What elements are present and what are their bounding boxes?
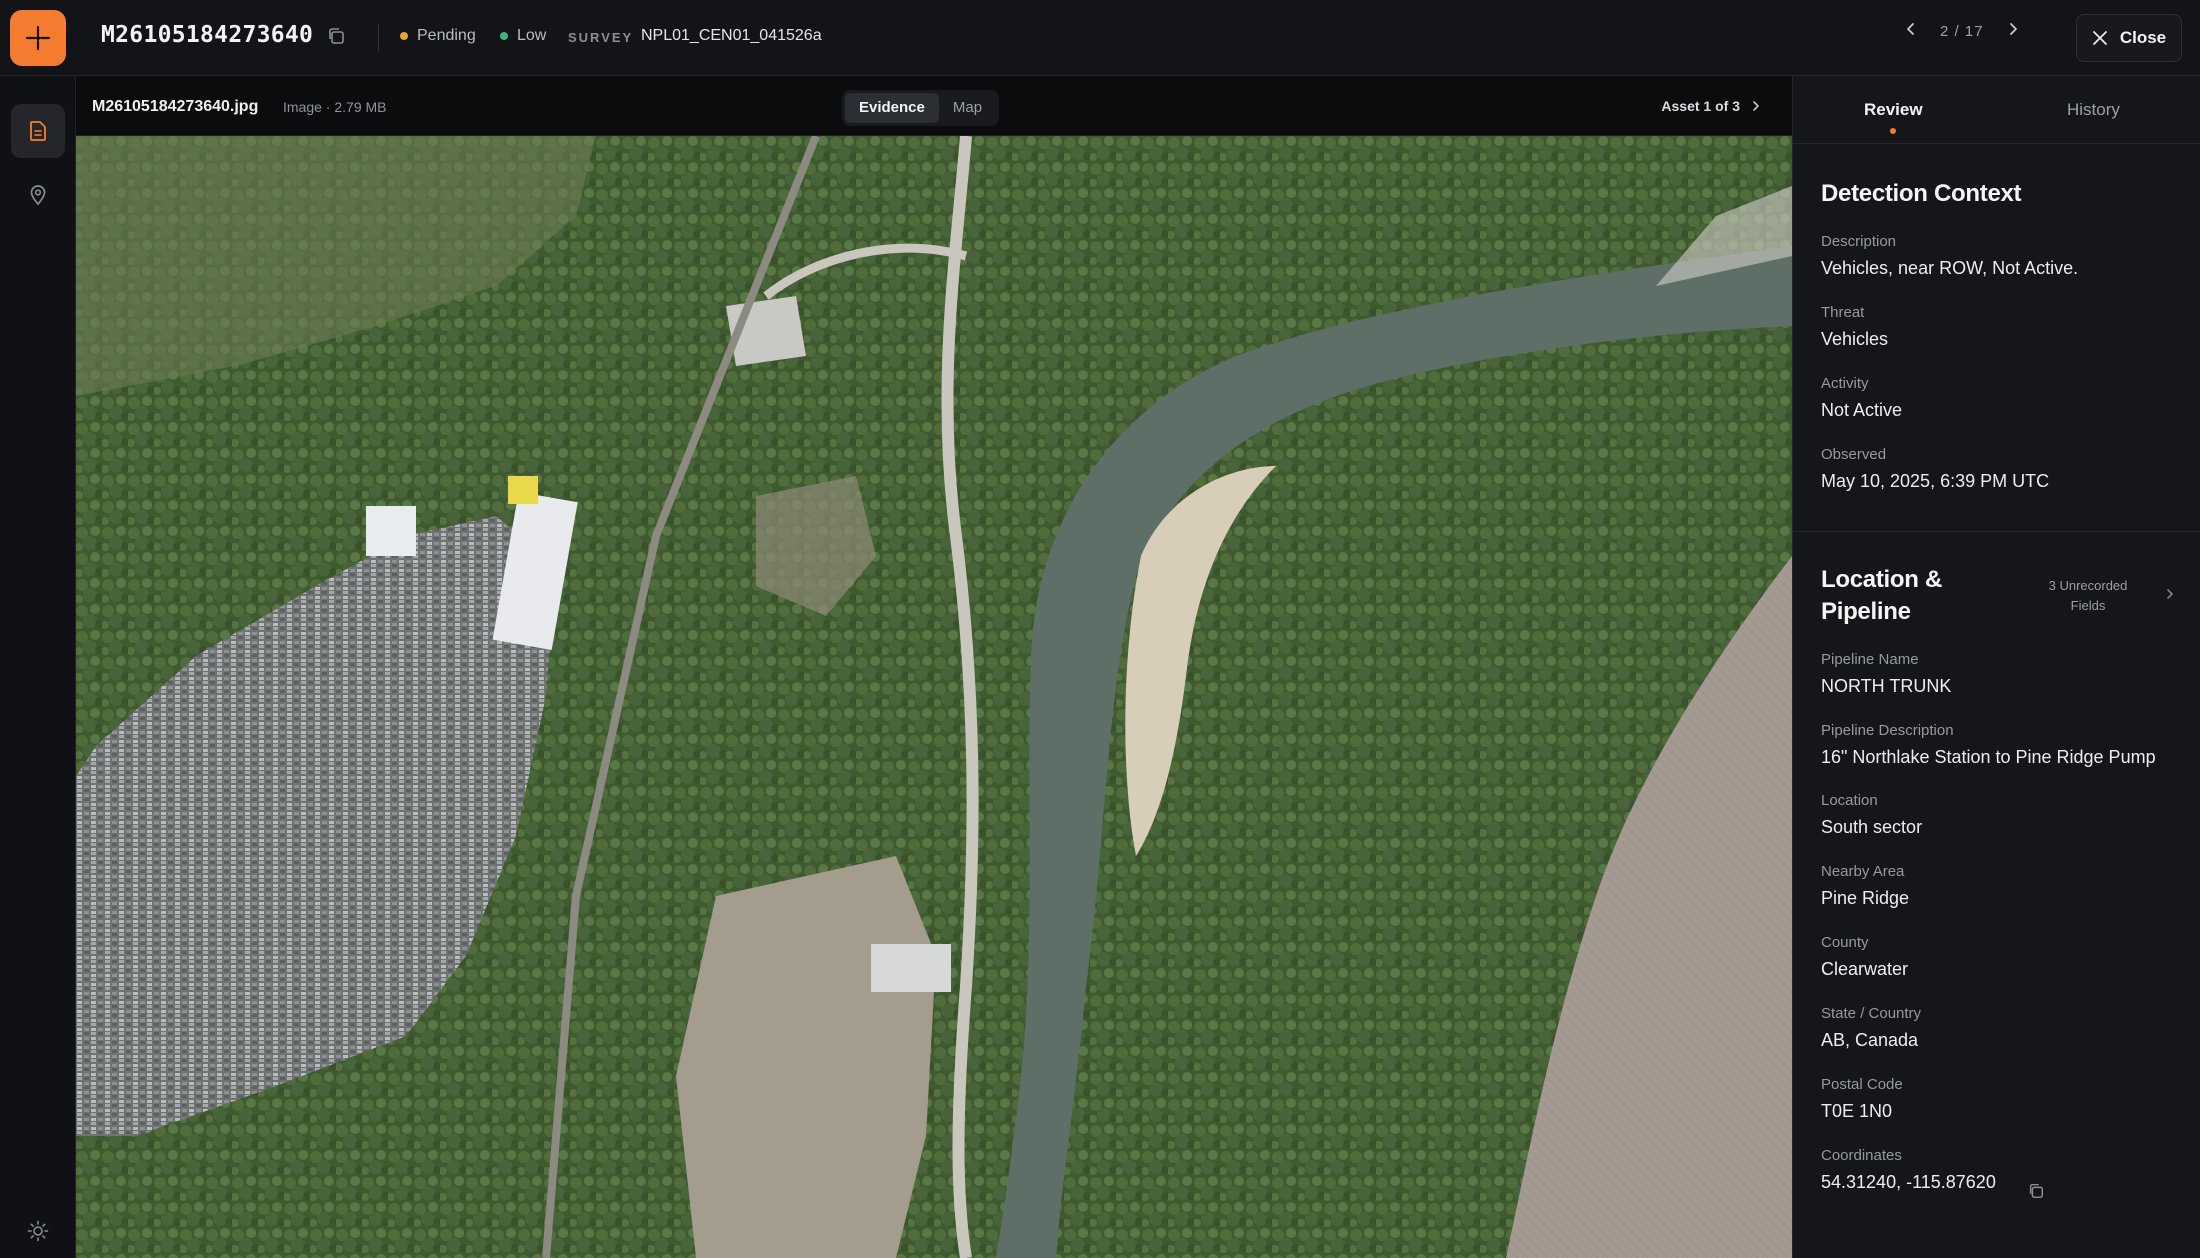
close-label: Close [2119, 28, 2167, 47]
aerial-photo [76, 136, 1792, 1258]
theme-toggle-button[interactable] [11, 1204, 65, 1258]
view-toggle: Evidence Map [842, 90, 1000, 126]
field-label-state-country: State / Country [1821, 1005, 1922, 1022]
priority-dot [500, 32, 508, 40]
field-value-activity: Not Active [1821, 400, 1903, 420]
file-meta: Image · 2.79 MB [283, 99, 387, 115]
location-title-line1: Location & [1821, 566, 1942, 593]
field-label-postal-code: Postal Code [1821, 1076, 1903, 1093]
field-value-location: South sector [1821, 817, 1923, 837]
section-divider [1793, 531, 2200, 532]
pager-total: 17 [1964, 22, 1984, 40]
field-label-activity: Activity [1821, 375, 1869, 392]
location-pipeline-title: Location & Pipeline [1821, 564, 1942, 628]
close-icon [2092, 31, 2107, 45]
tab-map[interactable]: Map [939, 93, 996, 123]
copy-icon [2029, 1183, 2044, 1199]
field-label-description: Description [1821, 233, 1897, 250]
survey-value: NPL01_CEN01_041526a [641, 27, 822, 44]
copy-id-button[interactable] [326, 26, 348, 48]
top-bar: M26105184273640 Pending Low SURVEY NPL01… [0, 0, 2200, 76]
field-value-description: Vehicles, near ROW, Not Active. [1821, 258, 2079, 278]
active-tab-indicator [1890, 128, 1896, 134]
field-label-threat: Threat [1821, 304, 1865, 321]
header-divider [378, 24, 379, 52]
tab-evidence[interactable]: Evidence [845, 93, 939, 123]
next-record-button[interactable] [2006, 22, 2020, 40]
survey-label: SURVEY [568, 30, 634, 45]
field-value-pipeline-name: NORTH TRUNK [1821, 676, 1952, 696]
record-pager: 2 / 17 [1904, 22, 2020, 40]
field-label-observed: Observed [1821, 446, 1887, 463]
field-label-county: County [1821, 934, 1869, 951]
app-logo[interactable] [10, 10, 66, 66]
evidence-image[interactable] [76, 136, 1792, 1258]
close-button[interactable]: Close [2076, 14, 2182, 62]
detection-context-title: Detection Context [1821, 180, 2022, 207]
chevron-right-icon [1753, 101, 1759, 111]
field-value-state-country: AB, Canada [1821, 1030, 1919, 1050]
viewer-header: M26105184273640.jpg Image · 2.79 MB Evid… [76, 76, 1792, 136]
unrecorded-fields-link[interactable]: 3 Unrecorded Fields [2023, 576, 2153, 616]
copy-icon [329, 28, 344, 44]
document-icon [30, 121, 46, 141]
map-pin-icon [30, 185, 46, 206]
field-label-pipeline-description: Pipeline Description [1821, 722, 1954, 739]
unrecorded-line1: 3 Unrecorded [2048, 578, 2128, 593]
crosshair-icon [25, 25, 51, 51]
pager-current: 2 [1940, 22, 1950, 40]
tab-history[interactable]: History [2067, 100, 2120, 120]
rail-item-review[interactable] [11, 104, 65, 158]
prev-record-button[interactable] [1904, 22, 1918, 40]
left-rail [0, 76, 76, 1258]
field-label-nearby-area: Nearby Area [1821, 863, 1905, 880]
panel-tabs: Review History [1793, 76, 2200, 144]
pager-separator: / [1954, 22, 1960, 40]
field-value-pipeline-description: 16" Northlake Station to Pine Ridge Pump [1821, 747, 2156, 767]
tab-review[interactable]: Review [1864, 100, 1923, 120]
file-name: M26105184273640.jpg [92, 98, 259, 115]
detail-panel: Review History Detection Context Descrip… [1792, 76, 2200, 1258]
asset-nav-label: Asset 1 of 3 [1661, 98, 1740, 114]
sun-icon [27, 1220, 49, 1242]
field-value-nearby-area: Pine Ridge [1821, 888, 1910, 908]
field-label-coordinates: Coordinates [1821, 1147, 1902, 1164]
chevron-right-icon [2009, 23, 2017, 35]
chevron-right-icon [2167, 589, 2174, 599]
status-label: Pending [417, 27, 476, 44]
location-title-line2: Pipeline [1821, 598, 1911, 625]
field-value-county: Clearwater [1821, 959, 1909, 979]
copy-coordinates-button[interactable] [2027, 1182, 2045, 1205]
field-value-coordinates: 54.31240, -115.87620 [1821, 1172, 1996, 1192]
asset-nav-button[interactable]: Asset 1 of 3 [1661, 98, 1762, 114]
field-label-pipeline-name: Pipeline Name [1821, 651, 1919, 668]
priority-badge: Low [500, 27, 546, 45]
field-value-postal-code: T0E 1N0 [1821, 1101, 1893, 1121]
rail-item-map[interactable] [11, 168, 65, 222]
field-value-observed: May 10, 2025, 6:39 PM UTC [1821, 471, 2050, 491]
field-value-threat: Vehicles [1821, 329, 1889, 349]
priority-label: Low [517, 27, 547, 44]
unrecorded-line2: Fields [2070, 598, 2106, 613]
field-label-location: Location [1821, 792, 1878, 809]
status-badge: Pending [400, 27, 476, 45]
pager-text: 2 / 17 [1940, 23, 1984, 40]
chevron-left-icon [1907, 23, 1914, 35]
status-dot [400, 32, 408, 40]
record-id: M26105184273640 [101, 22, 314, 48]
